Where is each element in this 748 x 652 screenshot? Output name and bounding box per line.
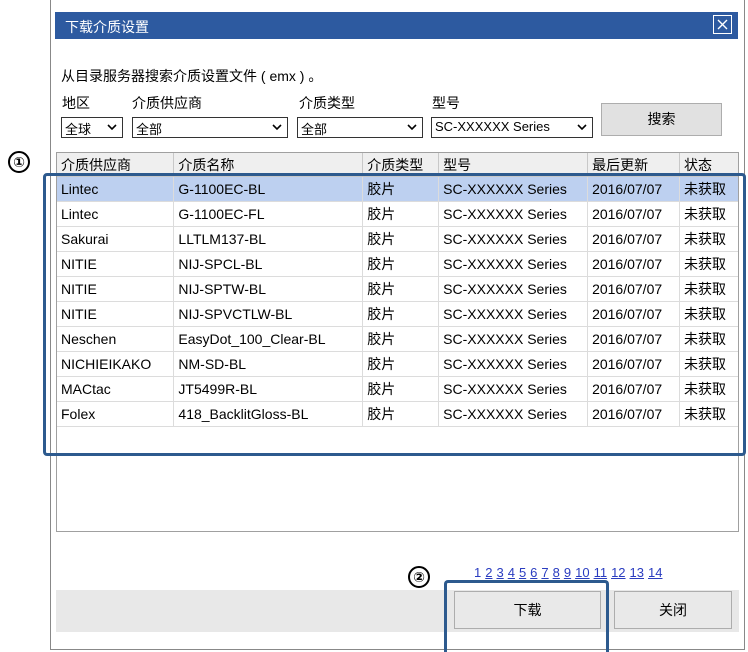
page-link[interactable]: 6	[530, 565, 537, 580]
callout-1: ①	[8, 151, 30, 173]
chevron-down-icon	[272, 124, 282, 131]
page-link[interactable]: 5	[519, 565, 526, 580]
pagination: 1 2 3 4 5 6 7 8 9 10 11 12 13 14	[474, 565, 666, 580]
page-link[interactable]: 14	[648, 565, 662, 580]
close-button[interactable]: 关闭	[614, 591, 732, 629]
description-text: 从目录服务器搜索介质设置文件 ( emx ) 。	[61, 68, 323, 84]
page-link[interactable]: 11	[594, 565, 608, 580]
model-label: 型号	[432, 95, 460, 111]
page-link[interactable]: 8	[553, 565, 560, 580]
chevron-down-icon	[107, 124, 117, 131]
page-link[interactable]: 2	[485, 565, 492, 580]
media-type-select[interactable]: 全部	[297, 117, 423, 138]
model-select-value: SC-XXXXXX Series	[435, 119, 550, 134]
page-link[interactable]: 7	[541, 565, 548, 580]
page-link[interactable]: 10	[575, 565, 589, 580]
region-select-value: 全球	[65, 122, 92, 137]
page-link[interactable]: 4	[508, 565, 515, 580]
page-link[interactable]: 12	[611, 565, 625, 580]
region-select[interactable]: 全球	[61, 117, 123, 138]
page-link[interactable]: 13	[630, 565, 644, 580]
vendor-select[interactable]: 全部	[132, 117, 288, 138]
title-bar: 下载介质设置	[55, 12, 738, 39]
callout-2: ②	[408, 566, 430, 588]
vendor-select-value: 全部	[136, 122, 163, 137]
media-type-select-value: 全部	[301, 122, 328, 137]
vendor-label: 介质供应商	[132, 95, 202, 111]
page-link[interactable]: 1	[474, 565, 481, 580]
callout-2-highlight	[444, 580, 609, 652]
page-link[interactable]: 9	[564, 565, 571, 580]
search-button[interactable]: 搜索	[601, 103, 722, 136]
region-label: 地区	[62, 95, 90, 111]
page-link[interactable]: 3	[496, 565, 503, 580]
callout-1-highlight	[43, 173, 746, 456]
window-title: 下载介质设置	[65, 19, 149, 35]
media-type-label: 介质类型	[299, 95, 355, 111]
model-select[interactable]: SC-XXXXXX Series	[431, 117, 593, 138]
chevron-down-icon	[407, 124, 417, 131]
chevron-down-icon	[577, 124, 587, 131]
close-icon[interactable]	[713, 15, 732, 34]
